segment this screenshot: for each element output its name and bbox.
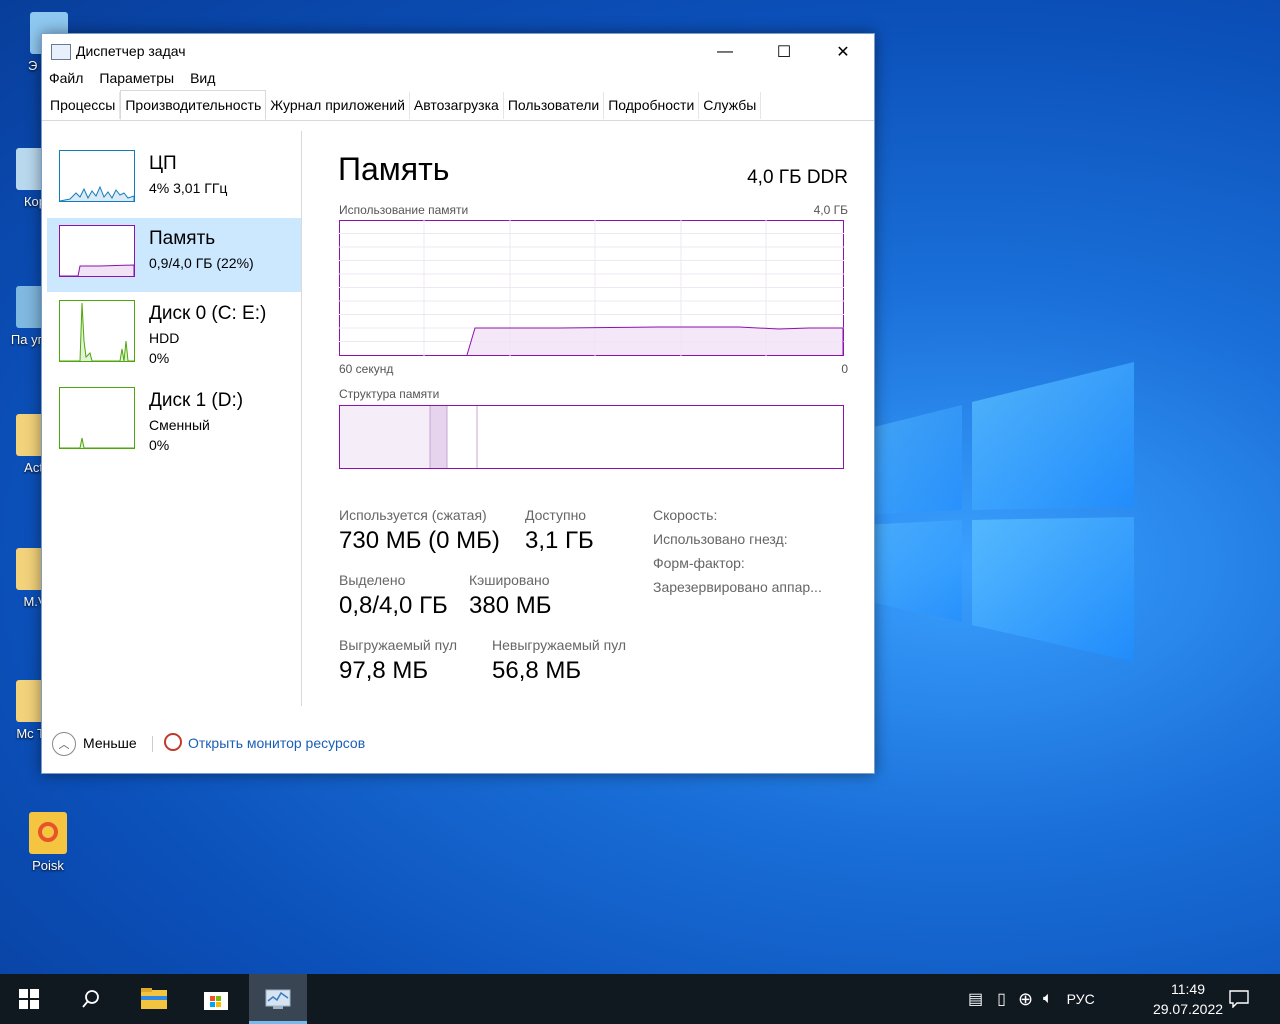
disk1-thumbnail-graph (59, 387, 135, 449)
in-use-value: 730 МБ (0 МБ) (339, 527, 500, 554)
sidebar-item-disk0[interactable]: Диск 0 (C: E:) HDD 0% (47, 293, 301, 367)
committed-value: 0,8/4,0 ГБ (339, 592, 448, 619)
memory-usage-graph (339, 220, 844, 356)
usage-chart-max: 4,0 ГБ (813, 203, 848, 217)
network-globe-icon[interactable]: ⊕ (1018, 989, 1033, 1010)
time-axis-start: 60 секунд (339, 362, 394, 376)
tab-strip: Процессы Производительность Журнал прило… (42, 90, 874, 121)
sidebar-item-label: Диск 0 (C: E:) (149, 303, 267, 324)
cached-label: Кэшировано (469, 572, 550, 588)
tab-services[interactable]: Службы (699, 92, 762, 119)
memory-details-panel: Память 4,0 ГБ DDR Использование памяти 4… (338, 131, 848, 706)
minimize-button[interactable]: — (696, 34, 754, 70)
disk0-thumbnail-graph (59, 300, 135, 362)
speed-label: Скорость: (653, 507, 718, 523)
memory-thumbnail-graph (59, 225, 135, 277)
page-title: Память (338, 151, 450, 187)
windows-start-icon (19, 989, 39, 1009)
footer-divider (152, 736, 153, 752)
tab-performance[interactable]: Производительность (120, 90, 267, 120)
cpu-thumbnail-graph (59, 150, 135, 202)
slots-used-label: Использовано гнезд: (653, 531, 788, 547)
window-title: Диспетчер задач (76, 43, 186, 59)
memory-composition-bar (339, 405, 844, 469)
nonpaged-pool-value: 56,8 МБ (492, 657, 582, 684)
tab-startup[interactable]: Автозагрузка (410, 92, 504, 119)
file-explorer-icon (141, 988, 167, 1009)
poisk-folder-icon (29, 812, 67, 854)
time-axis-end: 0 (841, 362, 848, 376)
volume-icon[interactable]: 🔈︎ (1043, 990, 1053, 1008)
available-value: 3,1 ГБ (525, 527, 594, 554)
sidebar-item-percent: 0% (149, 350, 170, 366)
menu-view[interactable]: Вид (190, 70, 215, 92)
sidebar-item-label: Диск 1 (D:) (149, 390, 244, 411)
chevron-up-icon[interactable]: ︿ (52, 732, 76, 756)
usb-device-icon[interactable]: ▯ (997, 989, 1006, 1009)
taskbar-store[interactable] (187, 974, 245, 1024)
resource-sidebar: ЦП 4% 3,01 ГГц Память 0,9/4,0 ГБ (22%) Д… (47, 131, 302, 706)
resource-monitor-icon (164, 733, 182, 751)
desktop-icon-poisk[interactable]: Poisk (13, 812, 83, 873)
form-factor-label: Форм-фактор: (653, 555, 745, 571)
composition-label: Структура памяти (339, 387, 440, 401)
memory-type: 4,0 ГБ DDR (747, 167, 848, 188)
cached-value: 380 МБ (469, 592, 552, 619)
available-label: Доступно (525, 507, 587, 523)
sidebar-item-label: Память (149, 228, 216, 249)
usage-chart-label: Использование памяти (339, 203, 469, 217)
windows-wallpaper-logo (862, 362, 1134, 662)
menu-bar: Файл Параметры Вид (42, 70, 874, 92)
footer-bar: ︿ Меньше Открыть монитор ресурсов (42, 732, 874, 760)
sidebar-item-memory[interactable]: Память 0,9/4,0 ГБ (22%) (47, 218, 301, 292)
tab-processes[interactable]: Процессы (46, 92, 121, 119)
keyboard-icon[interactable]: ▤ (968, 989, 983, 1009)
sidebar-item-label: ЦП (149, 153, 177, 174)
taskbar-file-explorer[interactable] (125, 974, 183, 1024)
in-use-label: Используется (сжатая) (339, 507, 487, 523)
sidebar-item-disk1[interactable]: Диск 1 (D:) Сменный 0% (47, 380, 301, 454)
taskbar: ▤ ▯ ⊕ 🔈︎ РУС 11:49 29.07.2022 (0, 974, 1280, 1024)
paged-pool-value: 97,8 МБ (339, 657, 429, 684)
tab-app-history[interactable]: Журнал приложений (266, 92, 410, 119)
open-resource-monitor-link[interactable]: Открыть монитор ресурсов (188, 735, 365, 751)
committed-label: Выделено (339, 572, 406, 588)
title-bar[interactable]: Диспетчер задач — ☐ ✕ (42, 34, 874, 70)
search-icon (82, 990, 99, 1008)
task-manager-icon (51, 44, 71, 60)
system-tray: ▤ ▯ ⊕ 🔈︎ РУС (968, 974, 1095, 1024)
search-button[interactable] (62, 974, 120, 1024)
sidebar-item-detail: 0,9/4,0 ГБ (22%) (149, 255, 254, 271)
sidebar-item-detail: 4% 3,01 ГГц (149, 180, 228, 196)
tab-details[interactable]: Подробности (604, 92, 700, 119)
paged-pool-label: Выгружаемый пул (339, 637, 458, 653)
maximize-button[interactable]: ☐ (755, 34, 813, 70)
language-indicator[interactable]: РУС (1067, 991, 1095, 1007)
sidebar-item-detail: Сменный (149, 417, 210, 433)
task-manager-icon (265, 989, 291, 1009)
menu-options[interactable]: Параметры (99, 70, 174, 92)
close-button[interactable]: ✕ (814, 34, 872, 70)
notification-center-button[interactable] (1212, 974, 1266, 1024)
notification-icon (1229, 990, 1249, 1008)
fewer-details-button[interactable]: Меньше (83, 735, 137, 751)
sidebar-item-percent: 0% (149, 437, 170, 453)
store-icon (204, 992, 228, 1010)
tab-users[interactable]: Пользователи (504, 92, 605, 119)
hardware-reserved-label: Зарезервировано аппар... (653, 579, 822, 595)
taskbar-task-manager[interactable] (249, 974, 307, 1024)
task-manager-window: Диспетчер задач — ☐ ✕ Файл Параметры Вид… (41, 33, 875, 774)
nonpaged-pool-label: Невыгружаемый пул (492, 637, 627, 653)
performance-content: ЦП 4% 3,01 ГГц Память 0,9/4,0 ГБ (22%) Д… (42, 131, 874, 711)
menu-file[interactable]: Файл (49, 70, 83, 92)
start-button[interactable] (0, 974, 58, 1024)
sidebar-item-detail: HDD (149, 330, 180, 346)
sidebar-item-cpu[interactable]: ЦП 4% 3,01 ГГц (47, 143, 301, 217)
